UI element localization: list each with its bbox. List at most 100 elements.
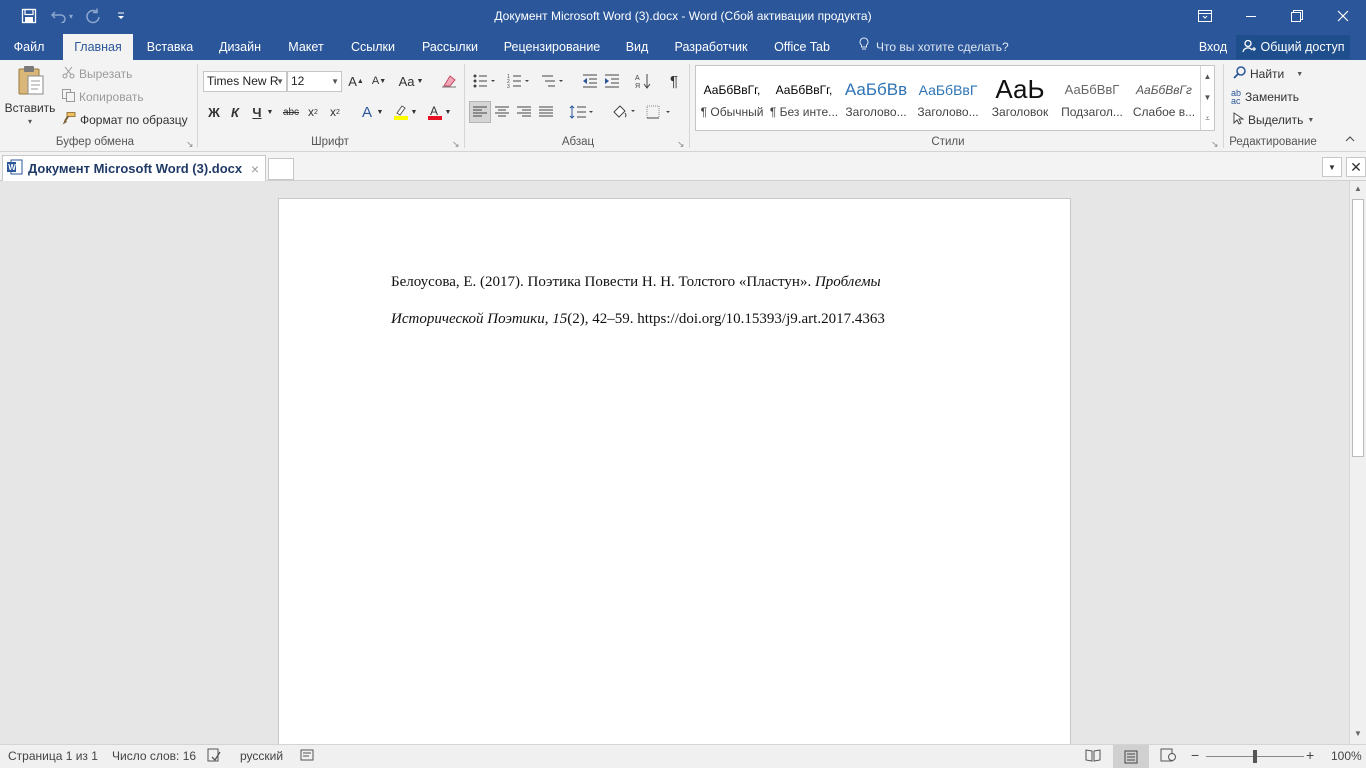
collapse-ribbon-icon[interactable] [1341,130,1359,148]
zoom-out-icon[interactable]: − [1191,747,1199,763]
customize-qat-icon[interactable] [110,6,132,26]
document-tab[interactable]: W Документ Microsoft Word (3).docx × [2,155,266,181]
redo-icon[interactable] [82,6,104,26]
copy-icon [62,89,75,105]
tab-view[interactable]: Вид [618,34,656,60]
bold-button[interactable]: Ж [203,101,225,123]
shrink-font-icon[interactable]: A ▼ [368,70,390,92]
tab-home[interactable]: Главная [63,34,133,60]
align-left-icon[interactable] [469,101,491,123]
save-icon[interactable] [18,6,40,26]
reference-line-2[interactable]: Исторической Поэтики, 15(2), 42–59. http… [391,311,885,328]
restore-icon[interactable] [1274,0,1320,32]
page-count[interactable]: Страница 1 из 1 [8,749,98,763]
tab-layout[interactable]: Макет [280,34,332,60]
print-layout-icon[interactable] [1113,745,1149,768]
font-color-dropdown-icon[interactable]: ▼ [442,101,454,123]
tab-references[interactable]: Ссылки [343,34,403,60]
paste-button[interactable]: Вставить ▾ [4,64,56,132]
text-effects-dropdown-icon[interactable]: ▼ [374,101,386,123]
macro-recording-icon[interactable] [300,748,314,765]
find-button[interactable]: Найти ▼ [1233,66,1303,82]
decrease-indent-icon[interactable] [579,70,601,92]
style-normal[interactable]: АаБбВвГг, ¶ Обычный [696,66,768,130]
subscript-icon[interactable]: x2 [302,101,324,123]
line-spacing-icon[interactable] [566,101,598,123]
font-launcher-icon[interactable]: ↘ [452,139,462,149]
cut-button[interactable]: Вырезать [62,66,132,82]
minimize-icon[interactable] [1228,0,1274,32]
paragraph-launcher-icon[interactable]: ↘ [677,139,687,149]
style-title[interactable]: АаЬ Заголовок [984,66,1056,130]
styles-launcher-icon[interactable]: ↘ [1211,139,1221,149]
tab-insert[interactable]: Вставка [139,34,201,60]
share-button[interactable]: Общий доступ [1236,35,1350,59]
select-button[interactable]: Выделить ▼ [1233,112,1314,128]
justify-icon[interactable] [535,101,557,123]
superscript-icon[interactable]: x2 [324,101,346,123]
font-group-label: Шрифт [311,136,349,148]
tab-file[interactable]: Файл [0,34,58,60]
read-mode-icon[interactable] [1085,748,1101,765]
tab-list-dropdown-icon[interactable]: ▼ [1322,157,1342,177]
replace-button[interactable]: ab ac Заменить [1231,89,1299,106]
proofing-icon[interactable] [207,748,221,765]
zoom-in-icon[interactable]: + [1306,747,1314,763]
style-heading-1[interactable]: АаБбВв Заголово... [840,66,912,130]
tab-design[interactable]: Дизайн [210,34,270,60]
tab-review[interactable]: Рецензирование [497,34,607,60]
scroll-down-icon[interactable]: ▼ [1352,729,1364,741]
close-all-tabs-icon[interactable]: ✕ [1346,157,1366,177]
increase-indent-icon[interactable] [601,70,623,92]
zoom-level[interactable]: 100% [1331,749,1362,763]
web-layout-icon[interactable] [1160,748,1176,765]
tab-office-tab[interactable]: Office Tab [766,34,838,60]
borders-icon[interactable] [643,101,675,123]
gallery-scroll-down-icon[interactable]: ▼ [1200,87,1214,108]
italic-button[interactable]: К [224,101,246,123]
font-size-select[interactable]: 12 ▼ [287,71,342,92]
word-count[interactable]: Число слов: 16 [112,749,196,763]
gallery-more-icon[interactable]: ⩡ [1200,108,1214,130]
bullets-icon[interactable] [470,70,500,92]
vertical-scrollbar[interactable]: ▲ ▼ [1349,181,1366,744]
numbering-icon[interactable]: 123 [504,70,534,92]
shading-icon[interactable] [608,101,640,123]
ribbon-display-options-icon[interactable] [1182,0,1228,32]
format-painter-button[interactable]: Формат по образцу [62,112,188,128]
language-indicator[interactable]: русский [240,749,283,763]
font-name-select[interactable]: Times New R ▼ [203,71,287,92]
close-icon[interactable] [1320,0,1366,32]
gallery-scroll-up-icon[interactable]: ▲ [1200,66,1214,87]
grow-font-icon[interactable]: A ▲ [345,70,367,92]
sort-icon[interactable]: AЯ [632,70,654,92]
style-no-spacing[interactable]: АаБбВвГг, ¶ Без инте... [768,66,840,130]
scrollbar-thumb[interactable] [1352,199,1364,457]
document-page[interactable]: Белоусова, Е. (2017). Поэтика Повести Н.… [278,198,1071,744]
style-subtitle[interactable]: АаБбВвГ Подзагол... [1056,66,1128,130]
clipboard-launcher-icon[interactable]: ↘ [186,139,196,149]
tab-developer[interactable]: Разработчик [666,34,756,60]
scroll-up-icon[interactable]: ▲ [1352,184,1364,196]
align-right-icon[interactable] [513,101,535,123]
sign-in-link[interactable]: Вход [1194,34,1232,60]
tab-mailings[interactable]: Рассылки [414,34,486,60]
reference-line-1[interactable]: Белоусова, Е. (2017). Поэтика Повести Н.… [391,274,881,291]
group-separator [689,64,690,148]
align-center-icon[interactable] [491,101,513,123]
strikethrough-button[interactable]: abc [280,101,302,123]
tell-me-box[interactable]: Что вы хотите сделать? [858,34,1009,60]
clear-formatting-icon[interactable] [438,70,460,92]
show-formatting-marks-icon[interactable]: ¶ [663,70,685,92]
change-case-button[interactable]: Aa ▼ [396,70,426,92]
highlight-dropdown-icon[interactable]: ▼ [408,101,420,123]
undo-dropdown-icon[interactable]: ▾ [66,6,76,26]
new-tab-button[interactable] [268,158,294,180]
style-subtle-emphasis[interactable]: АаБбВвГг Слабое в... [1128,66,1200,130]
multilevel-list-icon[interactable] [538,70,568,92]
style-heading-2[interactable]: АаБбВвГ Заголово... [912,66,984,130]
close-tab-icon[interactable]: × [251,161,259,177]
copy-button[interactable]: Копировать [62,89,144,105]
zoom-slider-thumb[interactable] [1253,750,1257,763]
underline-dropdown-icon[interactable]: ▼ [264,101,276,123]
